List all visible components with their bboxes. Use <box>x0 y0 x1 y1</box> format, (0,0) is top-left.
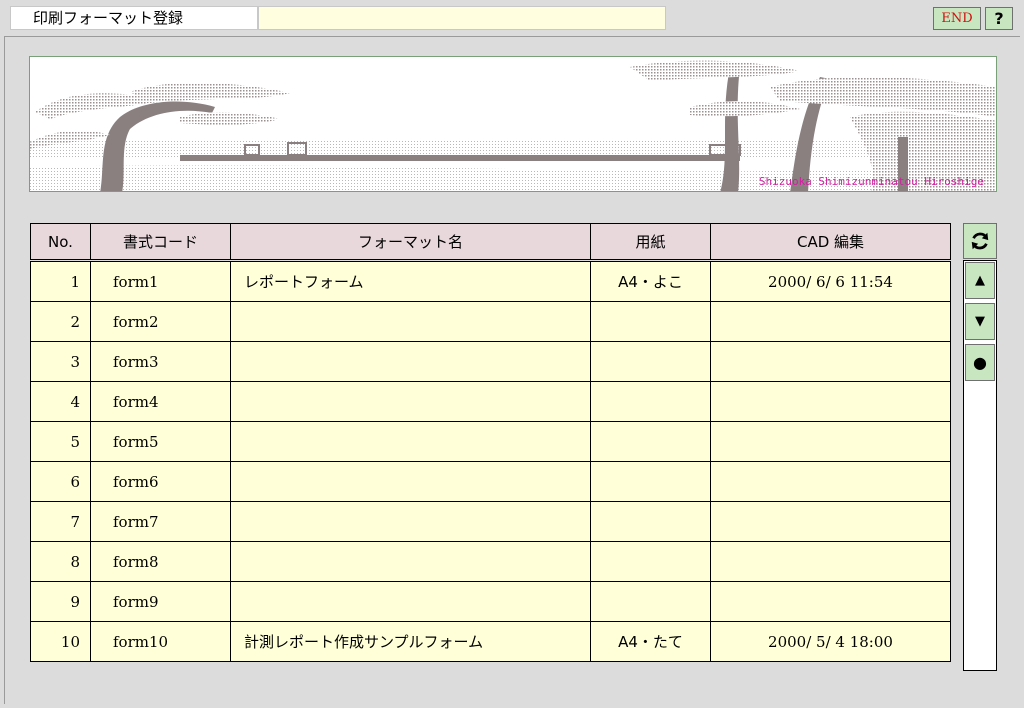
cell-paper <box>590 341 711 382</box>
cell-no: 6 <box>30 461 91 502</box>
cell-name <box>230 501 591 542</box>
cell-cad <box>710 301 951 342</box>
cell-paper <box>590 581 711 622</box>
column-header-cad[interactable]: CAD 編集 <box>710 223 951 260</box>
cell-no: 3 <box>30 341 91 382</box>
cell-paper <box>590 461 711 502</box>
cell-cad <box>710 461 951 502</box>
table-row[interactable]: 2 form2 <box>30 301 951 342</box>
cell-name <box>230 461 591 502</box>
cell-cad <box>710 341 951 382</box>
cell-name: レポートフォーム <box>230 261 591 302</box>
cell-name <box>230 341 591 382</box>
cell-cad <box>710 581 951 622</box>
cell-name <box>230 541 591 582</box>
cell-name <box>230 421 591 462</box>
cell-name: 計測レポート作成サンプルフォーム <box>230 621 591 662</box>
cell-no: 1 <box>30 261 91 302</box>
cell-no: 7 <box>30 501 91 542</box>
cell-paper <box>590 501 711 542</box>
cell-code: form5 <box>90 421 231 462</box>
triangle-up-icon: ▲ <box>975 273 985 288</box>
select-record-button[interactable]: ● <box>965 344 995 381</box>
triangle-down-icon: ▼ <box>975 314 985 329</box>
refresh-button[interactable] <box>963 223 997 259</box>
cell-code: form2 <box>90 301 231 342</box>
cell-no: 9 <box>30 581 91 622</box>
title-info-field <box>258 6 666 30</box>
cell-code: form6 <box>90 461 231 502</box>
cell-cad: 2000/ 6/ 6 11:54 <box>710 261 951 302</box>
scroll-up-button[interactable]: ▲ <box>965 262 995 299</box>
table-row[interactable]: 1 form1 レポートフォーム A4・よこ 2000/ 6/ 6 11:54 <box>30 261 951 302</box>
table-row[interactable]: 10 form10 計測レポート作成サンプルフォーム A4・たて 2000/ 5… <box>30 621 951 662</box>
column-header-name[interactable]: フォーマット名 <box>230 223 591 260</box>
help-button[interactable]: ? <box>985 7 1013 30</box>
cell-no: 4 <box>30 381 91 422</box>
cell-code: form8 <box>90 541 231 582</box>
cell-no: 8 <box>30 541 91 582</box>
cell-code: form7 <box>90 501 231 542</box>
column-header-code[interactable]: 書式コード <box>90 223 231 260</box>
table-row[interactable]: 6 form6 <box>30 461 951 502</box>
table-row[interactable]: 7 form7 <box>30 501 951 542</box>
cell-cad <box>710 421 951 462</box>
table-row[interactable]: 8 form8 <box>30 541 951 582</box>
cell-no: 2 <box>30 301 91 342</box>
cell-cad: 2000/ 5/ 4 18:00 <box>710 621 951 662</box>
cell-code: form1 <box>90 261 231 302</box>
landscape-illustration <box>30 60 996 191</box>
table-row[interactable]: 9 form9 <box>30 581 951 622</box>
title-bar: 印刷フォーマット登録 END ? <box>0 0 1024 36</box>
cell-paper <box>590 301 711 342</box>
cell-cad <box>710 501 951 542</box>
cell-no: 10 <box>30 621 91 662</box>
cell-paper <box>590 541 711 582</box>
cell-name <box>230 381 591 422</box>
cell-code: form3 <box>90 341 231 382</box>
dot-icon: ● <box>973 353 987 372</box>
cell-name <box>230 301 591 342</box>
cell-cad <box>710 541 951 582</box>
cell-cad <box>710 381 951 422</box>
refresh-icon <box>971 232 989 250</box>
table-row[interactable]: 5 form5 <box>30 421 951 462</box>
cell-name <box>230 581 591 622</box>
cell-paper: A4・たて <box>590 621 711 662</box>
cell-paper: A4・よこ <box>590 261 711 302</box>
format-table: No. 書式コード フォーマット名 用紙 CAD 編集 1 form1 レポート… <box>30 223 951 662</box>
cell-code: form10 <box>90 621 231 662</box>
end-button[interactable]: END <box>933 7 981 30</box>
cell-code: form9 <box>90 581 231 622</box>
cell-code: form4 <box>90 381 231 422</box>
column-header-no[interactable]: No. <box>30 223 91 260</box>
banner-image: Shizuoka Shimizunminatou Hiroshige <box>29 56 997 192</box>
table-row[interactable]: 3 form3 <box>30 341 951 382</box>
table-header-row: No. 書式コード フォーマット名 用紙 CAD 編集 <box>30 223 951 260</box>
column-header-paper[interactable]: 用紙 <box>590 223 711 260</box>
window-title: 印刷フォーマット登録 <box>10 6 258 30</box>
banner-credit: Shizuoka Shimizunminatou Hiroshige <box>758 175 984 188</box>
scroll-down-button[interactable]: ▼ <box>965 303 995 340</box>
record-scrollbar[interactable]: ▲ ▼ ● <box>963 260 997 671</box>
cell-paper <box>590 421 711 462</box>
cell-paper <box>590 381 711 422</box>
cell-no: 5 <box>30 421 91 462</box>
table-row[interactable]: 4 form4 <box>30 381 951 422</box>
